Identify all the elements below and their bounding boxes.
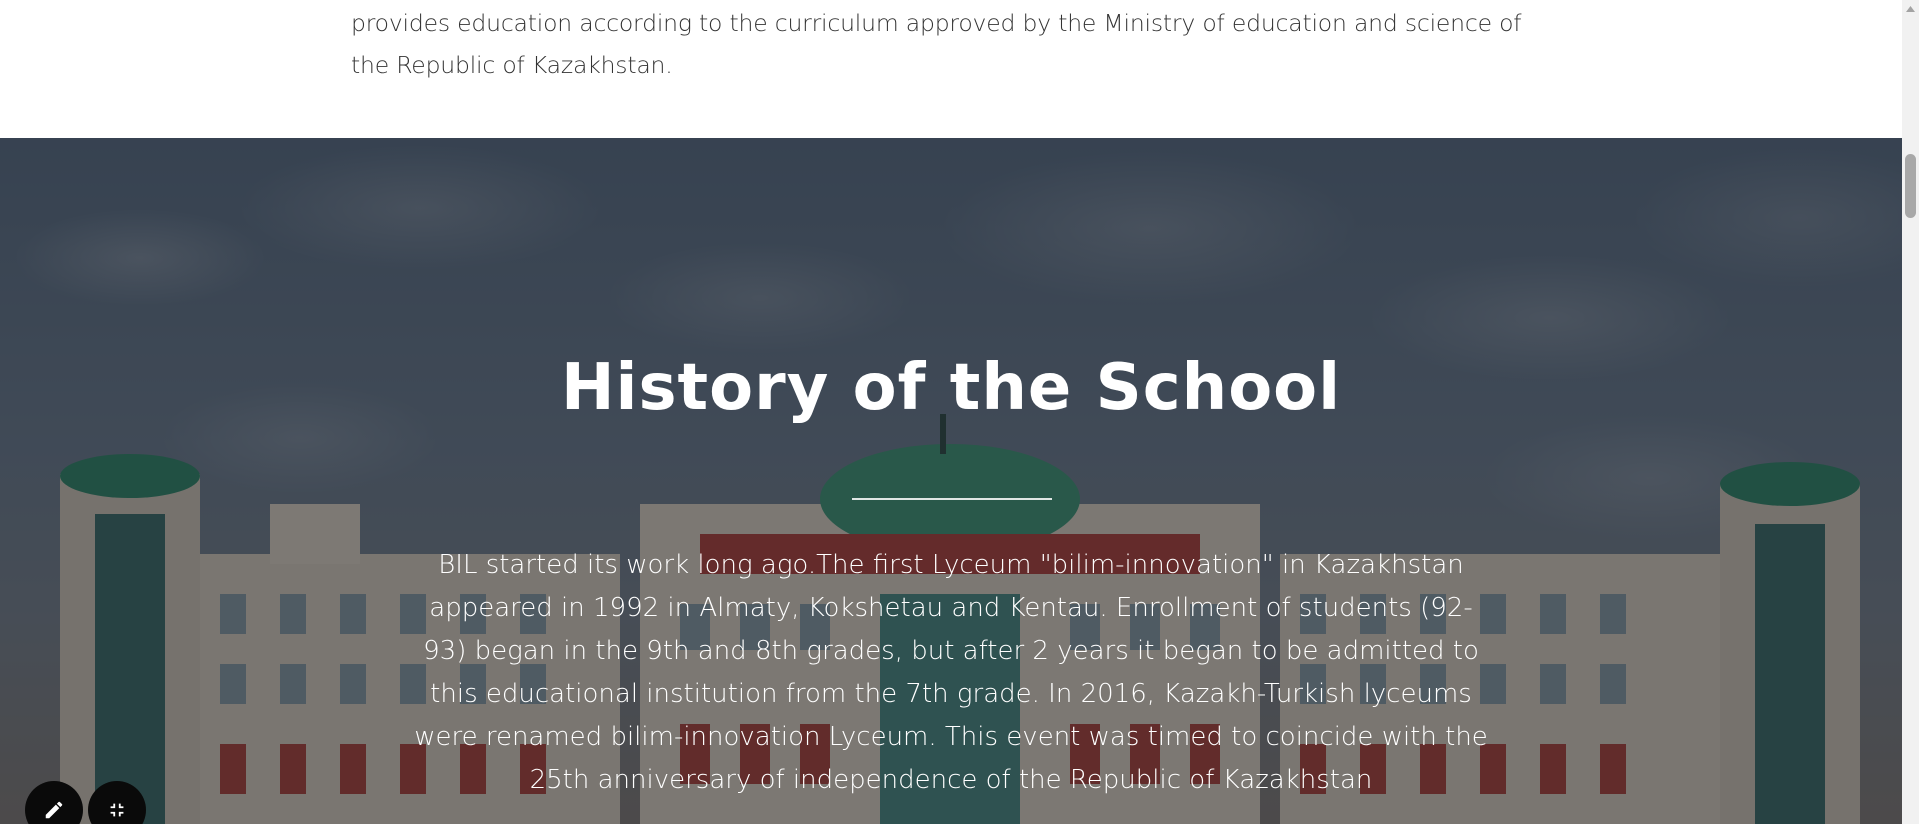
history-title: History of the School — [560, 351, 1342, 425]
page: provides education according to the curr… — [0, 0, 1902, 824]
scroll-up-arrow[interactable] — [1902, 0, 1919, 17]
history-body: BIL started its work long ago.The first … — [414, 550, 1488, 795]
chevron-up-icon — [1906, 5, 1915, 12]
pencil-icon — [45, 801, 63, 819]
title-divider — [852, 498, 1052, 500]
history-section: History of the School BIL started its wo… — [0, 138, 1902, 824]
collapse-icon — [110, 803, 124, 817]
scrollbar[interactable] — [1902, 0, 1919, 824]
intro-text: provides education according to the curr… — [351, 8, 1522, 79]
scrollbar-thumb[interactable] — [1905, 154, 1916, 218]
intro-section: provides education according to the curr… — [0, 0, 1902, 138]
